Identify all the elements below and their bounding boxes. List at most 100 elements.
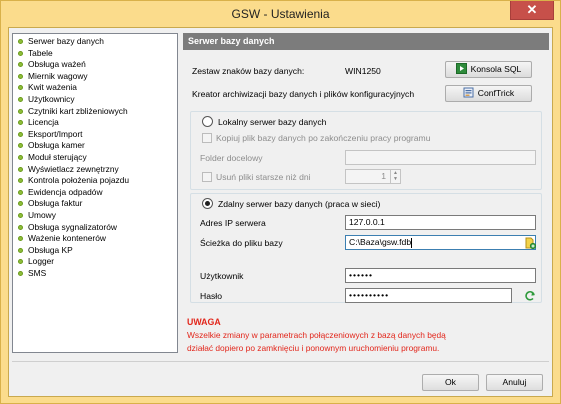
server-ip-label: Adres IP serwera [200,218,266,228]
bullet-icon [18,247,23,253]
bullet-icon [18,166,23,172]
warning-line-2: działać dopiero po zamknięciu i ponownym… [187,343,440,353]
password-input[interactable]: •••••••••• [345,288,512,303]
bullet-icon [18,62,23,68]
sidebar-item-label: Kwit ważenia [28,82,77,93]
refresh-icon[interactable] [524,290,536,302]
sidebar-item-label: Obsługa KP [28,244,73,255]
title-bar[interactable]: GSW - Ustawienia ✕ [1,1,560,27]
sidebar-item-label: Kontrola położenia pojazdu [28,175,130,186]
charset-value: WIN1250 [345,66,381,76]
target-folder-label: Folder docelowy [200,153,263,163]
sidebar-item[interactable]: Eksport/Import [17,129,177,141]
sidebar-item[interactable]: Wyświetlacz zewnętrzny [17,164,177,176]
sidebar-item-label: Tabele [28,47,53,58]
sidebar-item[interactable]: Moduł sterujący [17,152,177,164]
sidebar-item-label: Logger [28,256,55,267]
bullet-icon [18,270,23,276]
sidebar-item-label: Miernik wagowy [28,70,88,81]
sidebar-item-label: Eksport/Import [28,128,83,139]
bullet-icon [18,96,23,102]
conftrick-icon [463,87,474,98]
server-ip-input[interactable]: 127.0.0.1 [345,215,536,230]
footer-separator [12,361,549,362]
window-client-area: Serwer bazy danych Tabele Obsługa ważeń Mie… [8,27,553,397]
sidebar-item[interactable]: Obsługa faktur [17,198,177,210]
sidebar-item[interactable]: Kwit ważenia [17,82,177,94]
copy-db-label: Kopiuj plik bazy danych po zakończeniu p… [216,133,431,143]
sidebar-item-label: Obsługa ważeń [28,59,86,70]
sql-console-button[interactable]: Konsola SQL [445,61,532,78]
close-icon: ✕ [526,2,538,17]
console-play-icon [455,63,467,75]
sidebar-item[interactable]: Licencja [17,117,177,129]
copy-db-checkbox[interactable] [202,133,212,143]
sidebar-item-label: Licencja [28,117,59,128]
sidebar-item[interactable]: Obsługa sygnalizatorów [17,222,177,234]
sidebar-item-label: Umowy [28,209,56,220]
text-caret [411,237,413,248]
sidebar-item[interactable]: Kontrola położenia pojazdu [17,175,177,187]
sidebar-item[interactable]: Użytkownicy [17,94,177,106]
sidebar-item[interactable]: Obsługa ważeń [17,59,177,71]
target-folder-input[interactable] [345,150,536,165]
archive-wizard-label: Kreator archiwizacji bazy danych i plikó… [192,89,415,99]
cancel-button[interactable]: Anuluj [486,374,543,391]
database-server-panel: Serwer bazy danych Zestaw znaków bazy da… [183,33,549,353]
window-title: GSW - Ustawienia [231,7,330,21]
charset-label: Zestaw znaków bazy danych: [192,66,305,76]
delete-old-checkbox[interactable] [202,172,212,182]
local-server-radio[interactable] [202,116,213,127]
sidebar-item-label: Ewidencja odpadów [28,186,103,197]
sidebar-item[interactable]: Obsługa kamer [17,140,177,152]
sidebar-item[interactable]: Ewidencja odpadów [17,187,177,199]
bullet-icon [18,39,23,44]
stepper-arrows-icon[interactable]: ▲ ▼ [390,170,400,183]
panel-header: Serwer bazy danych [183,33,549,50]
conftrick-button[interactable]: ConfTrick [445,85,532,102]
sidebar-item[interactable]: Logger [17,256,177,268]
sidebar-item-label: Moduł sterujący [28,151,87,162]
sidebar-item[interactable]: Miernik wagowy [17,71,177,83]
bullet-icon [18,131,23,137]
sidebar-item-label: Obsługa sygnalizatorów [28,221,117,232]
bullet-icon [18,189,23,195]
bullet-icon [18,259,23,265]
username-label: Użytkownik [200,271,244,281]
days-value: 1 [381,171,386,181]
sidebar-item[interactable]: Umowy [17,210,177,222]
sidebar-item[interactable]: Obsługa KP [17,245,177,257]
bullet-icon [18,85,23,91]
ok-button[interactable]: Ok [422,374,479,391]
password-label: Hasło [200,291,222,301]
bullet-icon [18,201,23,207]
sidebar-item[interactable]: Serwer bazy danych [17,36,177,48]
warning-title: UWAGA [187,317,221,327]
close-button[interactable]: ✕ [510,1,554,20]
remote-server-label: Zdalny serwer bazy danych (praca w sieci… [218,199,381,209]
username-input[interactable]: •••••• [345,268,536,283]
days-stepper[interactable]: 1 ▲ ▼ [345,169,401,184]
sidebar-item-label: Ważenie kontenerów [28,233,106,244]
sidebar-item[interactable]: SMS [17,268,177,280]
sidebar-item-label: Serwer bazy danych [28,36,104,46]
warning-line-1: Wszelkie zmiany w parametrach połączenio… [187,330,446,340]
db-path-label: Ścieżka do pliku bazy [200,238,283,248]
sidebar-item-label: Obsługa kamer [28,140,85,151]
sidebar-item-label: Czytniki kart zbliżeniowych [28,105,128,116]
sidebar-item[interactable]: Czytniki kart zbliżeniowych [17,106,177,118]
db-path-input[interactable]: C:\Baza\gsw.fdb [345,235,536,250]
browse-file-icon[interactable] [524,237,537,250]
bullet-icon [18,143,23,149]
sidebar-item-label: SMS [28,267,47,278]
bullet-icon [18,50,23,56]
sql-console-label: Konsola SQL [470,64,522,75]
sidebar-item[interactable]: Ważenie kontenerów [17,233,177,245]
remote-server-radio[interactable] [202,198,213,209]
bullet-icon [18,236,23,242]
sidebar-item-label: Wyświetlacz zewnętrzny [28,163,119,174]
bullet-icon [18,120,23,126]
settings-category-list[interactable]: Serwer bazy danych Tabele Obsługa ważeń Mie… [12,33,178,353]
sidebar-item[interactable]: Tabele [17,48,177,60]
db-path-value: C:\Baza\gsw.fdb [349,237,412,247]
